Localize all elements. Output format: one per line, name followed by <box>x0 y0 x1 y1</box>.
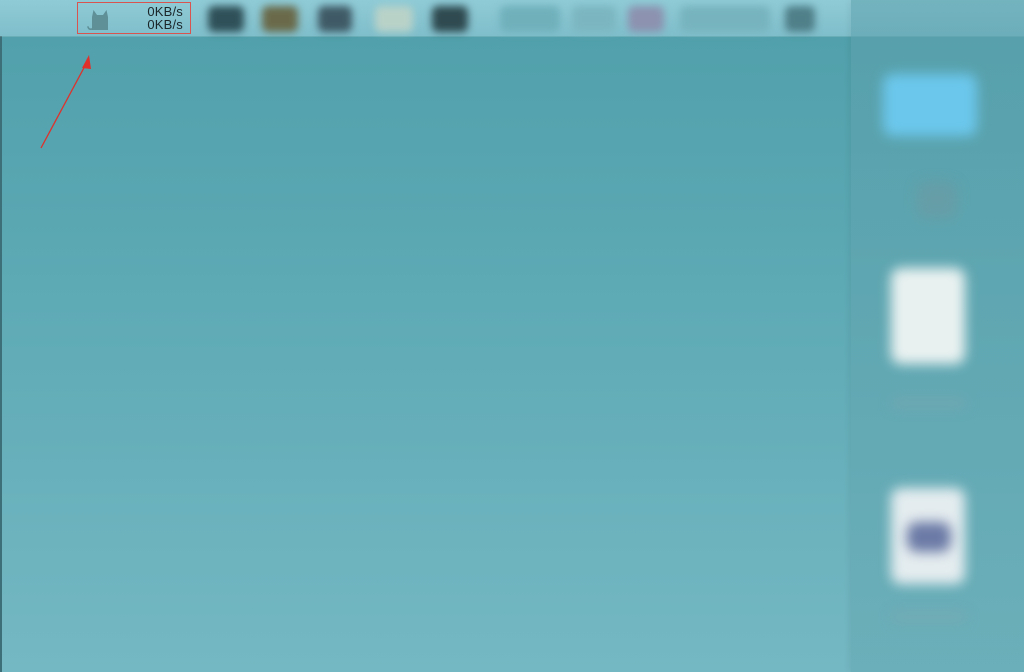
window-edge <box>0 0 2 672</box>
blurred-label <box>891 398 967 408</box>
blurred-app-icon <box>628 6 664 32</box>
blurred-app-icon <box>318 6 352 32</box>
blurred-app-icon <box>572 6 616 32</box>
blurred-app-icon <box>500 6 560 32</box>
blurred-menubar-icons <box>200 0 850 36</box>
blurred-side-panel <box>851 0 1024 672</box>
blurred-side-panel-content <box>851 0 1024 672</box>
blurred-label <box>891 612 967 622</box>
blurred-app-icon <box>375 6 413 32</box>
blurred-app-icon <box>262 6 298 32</box>
blurred-file-thumbnail <box>891 268 965 364</box>
blurred-thumbnail-content <box>907 522 951 552</box>
cat-icon <box>87 10 108 31</box>
blurred-app-icon <box>432 6 468 32</box>
blurred-app-icon <box>785 6 815 32</box>
blurred-icon <box>917 182 957 218</box>
annotation-arrow <box>40 55 91 149</box>
blurred-app-icon <box>680 6 770 32</box>
network-speed-widget[interactable]: 0KB/s 0KB/s <box>77 2 191 34</box>
blurred-button <box>883 74 977 136</box>
download-speed: 0KB/s <box>147 17 183 32</box>
blurred-app-icon <box>208 6 244 32</box>
desktop-background: 0KB/s 0KB/s <box>0 0 1024 672</box>
